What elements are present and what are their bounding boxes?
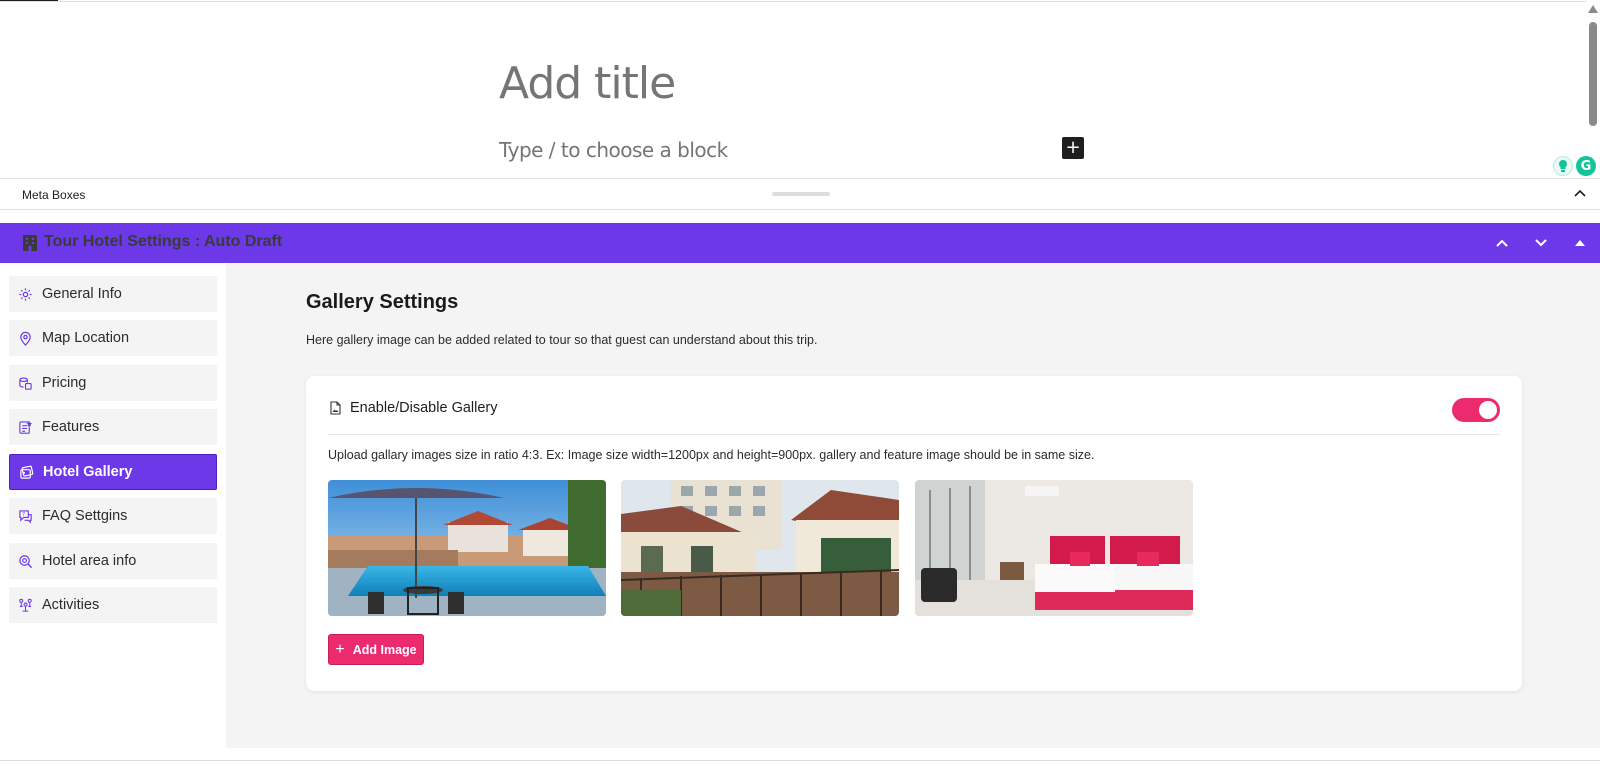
hotel-settings-header[interactable]: Tour Hotel Settings : Auto Draft [0,223,1600,263]
gallery-enable-toggle[interactable] [1452,398,1500,422]
map-pin-icon [20,331,31,346]
sidebar-item-faq-settings[interactable]: ? FAQ Settgins [9,498,217,534]
add-image-button[interactable]: + Add Image [328,634,424,665]
gallery-image-building[interactable] [621,480,899,616]
activities-icon [19,598,32,612]
sidebar-item-hotel-area-info[interactable]: Hotel area info [9,543,217,579]
image-file-icon [330,401,341,415]
sidebar-item-label: Map Location [42,330,130,346]
meta-boxes-bar: Meta Boxes [0,178,1600,210]
plus-icon: + [1065,137,1081,158]
sidebar-item-map-location[interactable]: Map Location [9,320,217,356]
sidebar-item-hotel-gallery[interactable]: Hotel Gallery [9,454,217,490]
grammarly-icon[interactable]: G [1576,156,1596,176]
block-placeholder[interactable]: Type / to choose a block [499,138,728,162]
scrollbar[interactable] [1586,0,1600,178]
section-description: Here gallery image can be added related … [306,333,818,347]
add-block-button[interactable]: + [1062,137,1084,159]
sidebar-item-features[interactable]: Features [9,409,217,445]
sidebar-item-label: General Info [42,286,122,302]
scrollbar-thumb[interactable] [1589,22,1597,126]
section-title: Gallery Settings [306,291,459,313]
collapse-triangle-icon[interactable] [1572,235,1588,251]
gallery-toggle-row: Enable/Disable Gallery [328,400,498,416]
area-search-icon [19,554,33,568]
sidebar-item-pricing[interactable]: Pricing [9,365,217,401]
move-down-chevron-icon[interactable] [1533,235,1549,251]
gallery-toggle-label: Enable/Disable Gallery [350,400,498,416]
meta-boxes-label: Meta Boxes [22,188,86,202]
coins-icon [19,377,32,390]
building-icon [23,235,37,251]
gallery-card: Enable/Disable Gallery Upload gallary im… [306,376,1522,691]
hotel-settings-body: General Info Map Location Pricing Featur… [0,263,1600,748]
resize-handle[interactable] [772,192,830,196]
upload-size-note: Upload gallary images size in ratio 4:3.… [328,448,1095,462]
bottom-divider [0,760,1600,761]
grammarly-widget[interactable]: G [1553,156,1596,176]
scroll-up-arrow-icon[interactable] [1588,5,1598,13]
card-divider [328,434,1500,435]
sidebar-item-label: FAQ Settgins [42,508,128,524]
faq-icon: ? [19,509,32,523]
gallery-icon [20,465,34,479]
sidebar-item-label: Hotel area info [42,553,137,569]
sidebar-item-label: Activities [42,597,100,613]
editor-canvas: Add title Type / to choose a block + G [0,0,1600,178]
post-title-input[interactable]: Add title [499,58,676,109]
sidebar-item-label: Hotel Gallery [43,464,133,480]
sidebar-item-general-info[interactable]: General Info [9,276,217,312]
move-up-chevron-icon[interactable] [1494,235,1510,251]
add-image-label: Add Image [352,642,417,657]
features-icon [19,420,33,434]
svg-text:?: ? [22,512,25,518]
gallery-image-bedroom[interactable] [915,480,1193,616]
sidebar-item-activities[interactable]: Activities [9,587,217,623]
top-divider [0,1,1586,2]
gallery-image-pool[interactable] [328,480,606,616]
settings-sidebar: General Info Map Location Pricing Featur… [0,263,226,748]
sidebar-item-label: Features [42,419,100,435]
toggle-knob [1479,401,1497,419]
gear-icon [19,287,32,301]
lightbulb-icon[interactable] [1553,156,1573,176]
plus-icon: + [335,640,345,658]
chevron-up-icon[interactable] [1572,185,1588,201]
sidebar-item-label: Pricing [42,375,87,391]
panel-title: Tour Hotel Settings : Auto Draft [44,233,283,250]
